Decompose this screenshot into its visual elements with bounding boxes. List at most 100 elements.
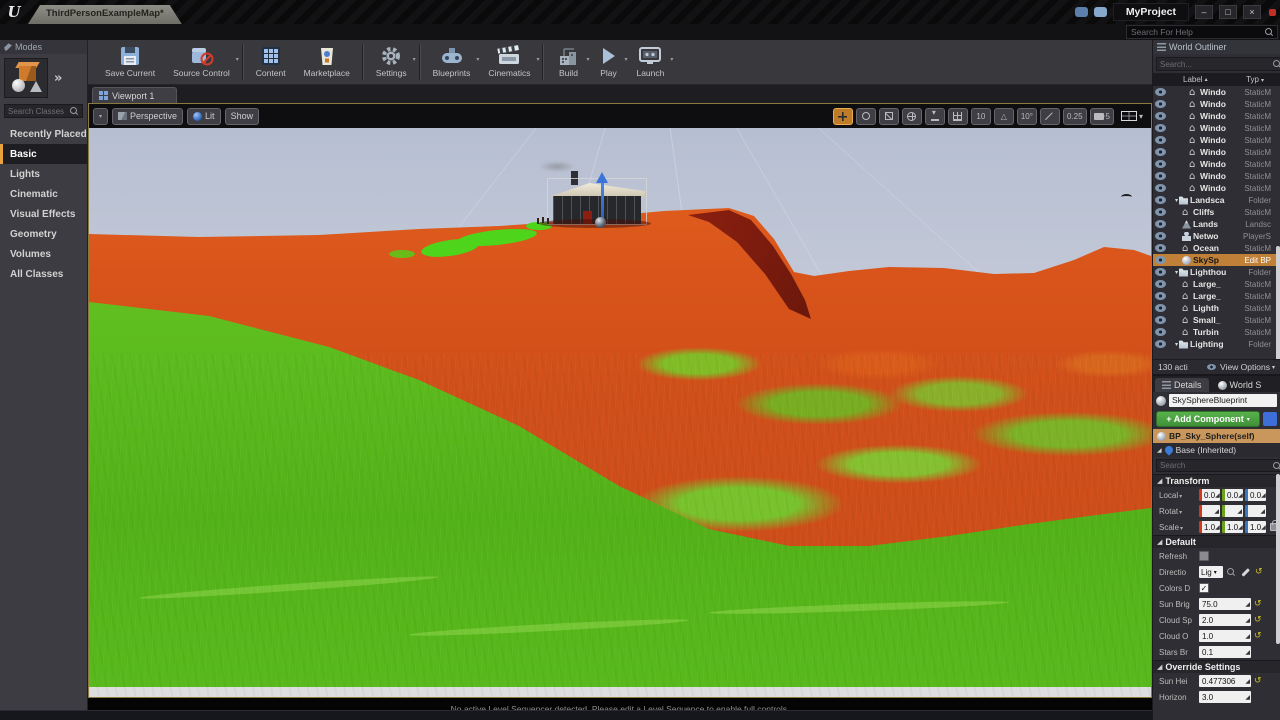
- gizmo-z-axis[interactable]: [601, 182, 604, 222]
- mode-category[interactable]: All Classes: [0, 264, 87, 284]
- visibility-eye-icon[interactable]: [1155, 316, 1166, 324]
- rotate-tool-button[interactable]: [856, 108, 876, 125]
- expand-arrow-icon[interactable]: ▾: [1175, 269, 1178, 276]
- scale-x-field[interactable]: 1.0◢: [1199, 521, 1220, 533]
- visibility-eye-icon[interactable]: [1155, 184, 1166, 192]
- tab-details[interactable]: Details: [1155, 378, 1209, 392]
- outliner-search[interactable]: [1156, 57, 1280, 71]
- visibility-eye-icon[interactable]: [1155, 328, 1166, 336]
- blueprints-button[interactable]: Blueprints▾: [424, 40, 480, 84]
- outliner-row[interactable]: Windo StaticM: [1153, 182, 1280, 194]
- scale-tool-button[interactable]: [879, 108, 899, 125]
- visibility-eye-icon[interactable]: [1155, 340, 1166, 348]
- close-button[interactable]: ×: [1243, 5, 1261, 19]
- visibility-eye-icon[interactable]: [1155, 124, 1166, 132]
- outliner-row[interactable]: ▾ Lighthou Folder: [1153, 266, 1280, 278]
- outliner-row[interactable]: Windo StaticM: [1153, 122, 1280, 134]
- outliner-row[interactable]: ▾ Landsca Folder: [1153, 194, 1280, 206]
- help-search[interactable]: [1126, 25, 1278, 39]
- outliner-row[interactable]: ▾ Lighting Folder: [1153, 338, 1280, 350]
- viewport-scene[interactable]: [89, 104, 1151, 697]
- outliner-column-headers[interactable]: Label▴ Typ▾: [1153, 73, 1280, 86]
- tab-world-settings[interactable]: World S: [1211, 378, 1269, 392]
- outliner-row[interactable]: Windo StaticM: [1153, 158, 1280, 170]
- numeric-field[interactable]: 1.0◢: [1199, 630, 1251, 642]
- marketplace-button[interactable]: Marketplace: [295, 40, 359, 84]
- section-default[interactable]: ◢Default: [1153, 535, 1280, 548]
- visibility-eye-icon[interactable]: [1155, 268, 1166, 276]
- reset-arrow-icon[interactable]: ↺: [1254, 677, 1262, 685]
- visibility-eye-icon[interactable]: [1155, 160, 1166, 168]
- location-z-field[interactable]: 0.0◢: [1245, 489, 1266, 501]
- visibility-eye-icon[interactable]: [1155, 304, 1166, 312]
- reset-arrow-icon[interactable]: ↺: [1254, 600, 1262, 608]
- menu-item[interactable]: [60, 28, 80, 39]
- outliner-row[interactable]: Windo StaticM: [1153, 170, 1280, 182]
- actor-name-field[interactable]: SkySphereBlueprint: [1169, 394, 1277, 407]
- chat-bubble-icon[interactable]: [1075, 7, 1088, 17]
- play-button[interactable]: Play▾: [589, 40, 627, 84]
- outliner-row[interactable]: Small_ StaticM: [1153, 314, 1280, 326]
- chat-bubble-icon-2[interactable]: [1094, 7, 1107, 17]
- viewport-tab[interactable]: Viewport 1: [92, 87, 177, 103]
- visibility-eye-icon[interactable]: [1155, 172, 1166, 180]
- mode-category[interactable]: Cinematic: [0, 184, 87, 204]
- gizmo-z-arrowhead[interactable]: [596, 172, 608, 183]
- location-x-field[interactable]: 0.0◢: [1199, 489, 1220, 501]
- reset-arrow-icon[interactable]: ↺: [1255, 568, 1263, 576]
- outliner-row[interactable]: SkySp Edit BP: [1153, 254, 1280, 266]
- viewport[interactable]: ▾ Perspective Lit Show: [88, 103, 1152, 698]
- mode-category[interactable]: Volumes: [0, 244, 87, 264]
- show-button[interactable]: Show: [225, 108, 260, 125]
- scale-snap-button[interactable]: [1040, 108, 1060, 125]
- save-current-button[interactable]: Save Current: [96, 40, 164, 84]
- numeric-field[interactable]: 0.477306◢: [1199, 675, 1251, 687]
- rotation-z-field[interactable]: ◢: [1245, 505, 1266, 517]
- grid-snap-value[interactable]: 10: [971, 108, 991, 125]
- scale-y-field[interactable]: 1.0◢: [1222, 521, 1243, 533]
- modes-expand-chevron[interactable]: »: [54, 71, 62, 86]
- outliner-row[interactable]: Large_ StaticM: [1153, 290, 1280, 302]
- modes-search[interactable]: [4, 104, 83, 118]
- outliner-search-input[interactable]: [1157, 60, 1273, 69]
- perspective-button[interactable]: Perspective: [112, 108, 183, 125]
- outliner-row[interactable]: Cliffs StaticM: [1153, 206, 1280, 218]
- surface-snap-button[interactable]: [925, 108, 945, 125]
- launch-button[interactable]: Launch▾: [627, 40, 673, 84]
- reset-arrow-icon[interactable]: ↺: [1254, 616, 1262, 624]
- outliner-row[interactable]: Lighth StaticM: [1153, 302, 1280, 314]
- scale-snap-value[interactable]: 0.25: [1063, 108, 1087, 125]
- minimize-button[interactable]: –: [1195, 5, 1213, 19]
- refresh-checkbox[interactable]: [1199, 551, 1209, 561]
- details-scrollbar[interactable]: [1276, 474, 1280, 644]
- world-space-button[interactable]: [902, 108, 922, 125]
- visibility-eye-icon[interactable]: [1155, 292, 1166, 300]
- visibility-eye-icon[interactable]: [1155, 232, 1166, 240]
- details-search[interactable]: [1156, 459, 1280, 472]
- outliner-row[interactable]: Netwo PlayerS: [1153, 230, 1280, 242]
- visibility-eye-icon[interactable]: [1155, 196, 1166, 204]
- outliner-row[interactable]: Lands Landsc: [1153, 218, 1280, 230]
- outliner-row[interactable]: Windo StaticM: [1153, 110, 1280, 122]
- mode-category[interactable]: Basic: [0, 144, 87, 164]
- outliner-row[interactable]: Windo StaticM: [1153, 134, 1280, 146]
- visibility-eye-icon[interactable]: [1155, 280, 1166, 288]
- translate-tool-button[interactable]: [833, 108, 853, 125]
- build-button[interactable]: Build▾: [547, 40, 589, 84]
- mode-category[interactable]: Visual Effects: [0, 204, 87, 224]
- visibility-eye-icon[interactable]: [1155, 112, 1166, 120]
- colors-checkbox[interactable]: ✓: [1199, 583, 1209, 593]
- expand-arrow-icon[interactable]: ▾: [1175, 197, 1178, 204]
- numeric-field[interactable]: 3.0◢: [1199, 691, 1251, 703]
- cinematics-button[interactable]: Cinematics▾: [479, 40, 539, 84]
- help-search-input[interactable]: [1127, 27, 1265, 37]
- maximize-viewport-button[interactable]: ▾: [1117, 108, 1147, 125]
- details-search-input[interactable]: [1157, 461, 1273, 470]
- directional-light-dropdown[interactable]: Lig▾: [1199, 566, 1223, 578]
- numeric-field[interactable]: 0.1◢: [1199, 646, 1251, 658]
- mode-category[interactable]: Recently Placed: [0, 124, 87, 144]
- browse-icon[interactable]: [1227, 568, 1235, 576]
- location-y-field[interactable]: 0.0◢: [1222, 489, 1243, 501]
- outliner-row[interactable]: Windo StaticM: [1153, 86, 1280, 98]
- rotation-x-field[interactable]: ◢: [1199, 505, 1220, 517]
